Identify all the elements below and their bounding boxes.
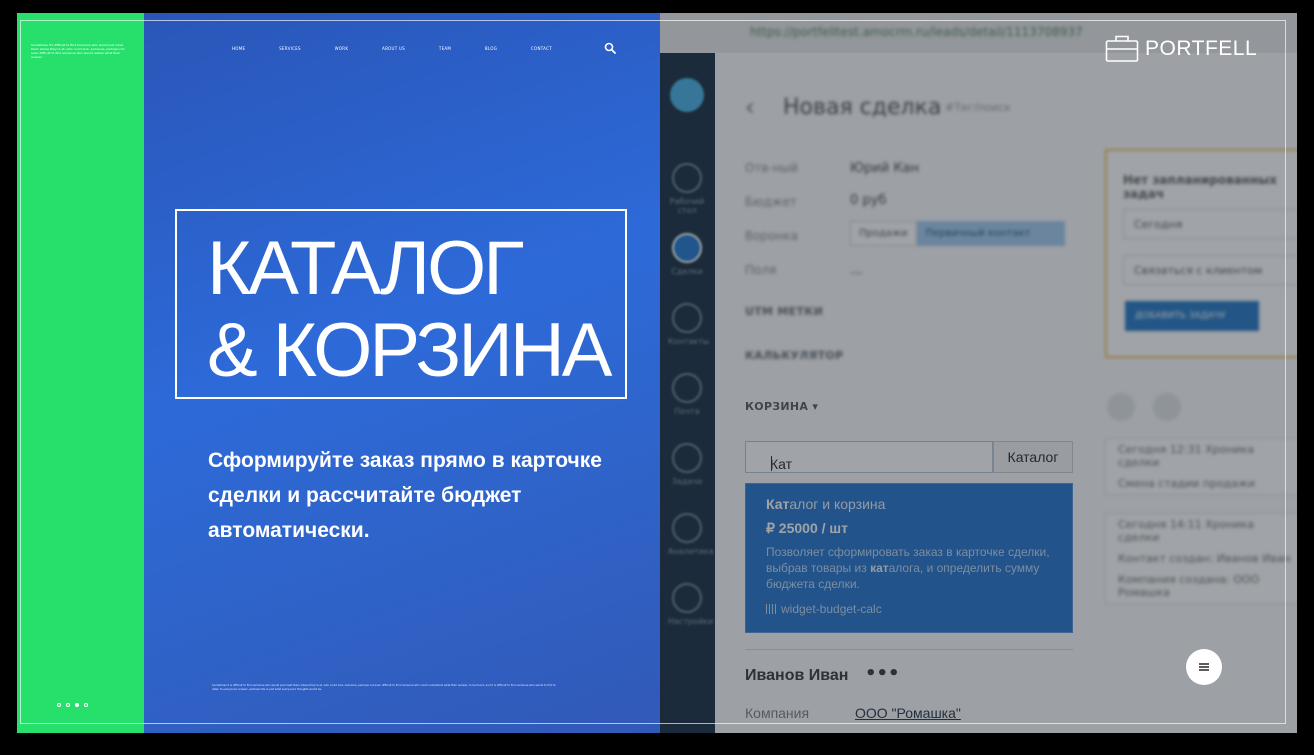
side-blurb: Sometimes it's difficult to find someone… <box>31 43 125 59</box>
portfell-logo: PORTFELL <box>1105 33 1257 67</box>
fine-print: Sometimes it is difficult to find someon… <box>212 684 556 691</box>
slide-dot[interactable] <box>57 703 61 707</box>
presentation-frame: https://portfelltest.amocrm.ru/leads/det… <box>17 13 1297 733</box>
title-box: КАТАЛОГ & КОРЗИНА <box>175 209 627 399</box>
slide-dot[interactable] <box>66 703 70 707</box>
menu-icon <box>1199 663 1209 671</box>
nav-team[interactable]: TEAM <box>439 46 451 51</box>
nav-blog[interactable]: BLOG <box>485 46 497 51</box>
slide-dot[interactable] <box>84 703 88 707</box>
nav-about[interactable]: ABOUT US <box>382 46 405 51</box>
hero-subtitle: Сформируйте заказ прямо в карточке сделк… <box>208 449 602 542</box>
menu-button[interactable] <box>1186 649 1222 685</box>
dim-overlay <box>660 13 1297 733</box>
logo-text: PORTFELL <box>1145 37 1258 60</box>
green-side-panel: Sometimes it's difficult to find someone… <box>17 13 144 733</box>
nav-work[interactable]: WORK <box>335 46 349 51</box>
title-line-1: КАТАЛОГ <box>207 226 524 311</box>
nav-contact[interactable]: CONTACT <box>531 46 552 51</box>
nav-services[interactable]: SERVICES <box>279 46 301 51</box>
slide-dot-active[interactable] <box>75 703 79 707</box>
top-nav: HOME SERVICES WORK ABOUT US TEAM BLOG CO… <box>232 46 552 51</box>
nav-home[interactable]: HOME <box>232 46 245 51</box>
search-icon[interactable] <box>604 42 616 54</box>
title-line-2: & КОРЗИНА <box>207 308 612 393</box>
briefcase-icon <box>1105 35 1139 62</box>
slide-dots <box>57 703 88 707</box>
hero-panel: HOME SERVICES WORK ABOUT US TEAM BLOG CO… <box>144 13 660 733</box>
